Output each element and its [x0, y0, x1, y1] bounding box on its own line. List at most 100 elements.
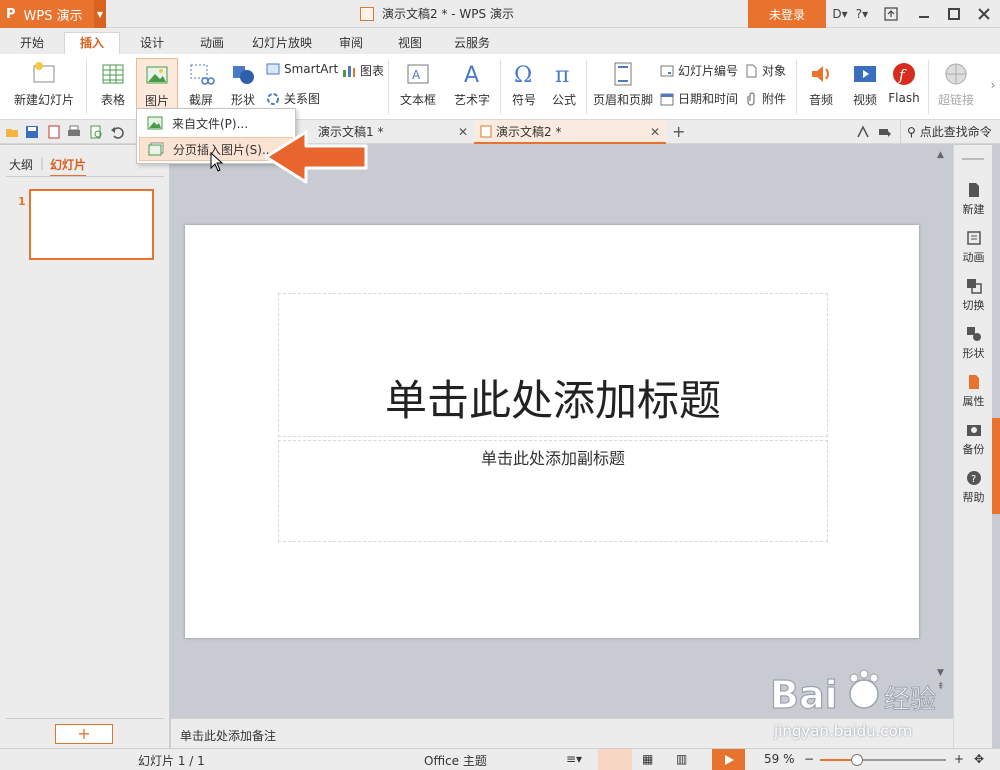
rail-animation[interactable]: 动画	[954, 230, 993, 265]
header-footer-button[interactable]: 页眉和页脚	[592, 60, 654, 108]
rail-properties[interactable]: 属性	[954, 374, 993, 409]
rail-backup[interactable]: 备份	[954, 422, 993, 457]
notes-placeholder: 单击此处添加备注	[180, 729, 277, 743]
baidu-watermark: Bai 经验 jingyan.baidu.com	[768, 664, 948, 744]
subtitle-placeholder[interactable]: 单击此处添加副标题	[278, 440, 828, 542]
new-slide-label: 新建幻灯片	[13, 93, 74, 107]
play-slideshow-button[interactable]	[712, 749, 745, 770]
tab-insert[interactable]: 插入	[64, 32, 120, 55]
symbol-button[interactable]: Ω 符号	[504, 60, 544, 108]
zoom-slider-knob[interactable]	[851, 754, 863, 766]
doc-tab-2[interactable]: 演示文稿2 * ✕	[474, 120, 666, 144]
slide[interactable]: 单击此处添加标题 单击此处添加副标题	[185, 225, 919, 638]
relation-button[interactable]: 关系图	[266, 90, 320, 107]
video-label: 视频	[852, 93, 877, 107]
pane-expand-handle[interactable]	[992, 418, 1000, 514]
close-icon[interactable]	[970, 0, 998, 28]
chevron-down-icon[interactable]: ▼	[94, 0, 106, 28]
tab-view[interactable]: 视图	[386, 33, 434, 54]
close-icon[interactable]: ✕	[650, 120, 660, 144]
symbol-label: 符号	[511, 93, 536, 107]
rail-new[interactable]: 新建	[954, 182, 993, 217]
ribbon-divider	[586, 60, 587, 114]
tab-outline[interactable]: 大纲	[9, 156, 33, 173]
fit-window-icon[interactable]: ✥	[974, 752, 984, 766]
tab-slideshow[interactable]: 幻灯片放映	[246, 33, 318, 54]
minimize-icon[interactable]	[910, 0, 938, 28]
normal-view-icon[interactable]	[598, 749, 632, 770]
wordart-button[interactable]: A 艺术字	[448, 60, 496, 108]
picture-button[interactable]: 图片	[136, 58, 178, 114]
chart-button[interactable]: 图表	[342, 62, 384, 79]
help-icon[interactable]: ?▾	[852, 0, 872, 28]
zoom-out-icon[interactable]: −	[804, 752, 814, 766]
print-icon[interactable]	[67, 125, 81, 139]
object-button[interactable]: 对象	[744, 62, 786, 79]
maximize-icon[interactable]	[940, 0, 968, 28]
screenshot-button[interactable]: 截屏	[180, 60, 222, 108]
hyperlink-label: 超链接	[937, 93, 974, 107]
skin-icon[interactable]: D▾	[830, 0, 850, 28]
tab-design[interactable]: 设计	[128, 33, 176, 54]
pi-icon: π	[555, 63, 569, 88]
title-bar: P WPS 演示 ▼ 演示文稿2 * - WPS 演示 未登录 D▾ ?▾	[0, 0, 1000, 28]
title-placeholder[interactable]: 单击此处添加标题	[278, 293, 828, 437]
collaborate-icon[interactable]	[856, 125, 870, 139]
restore-ribbon-icon[interactable]	[880, 0, 902, 28]
new-tab-icon[interactable]: +	[672, 122, 685, 141]
sorter-view-icon[interactable]: ▦	[642, 752, 653, 766]
relation-label: 关系图	[284, 92, 321, 106]
slide-thumbnail[interactable]	[29, 189, 154, 260]
attachment-button[interactable]: 附件	[744, 90, 786, 107]
animation-icon	[966, 231, 981, 245]
rail-transition[interactable]: 切换	[954, 278, 993, 313]
login-button[interactable]: 未登录	[748, 0, 826, 28]
tab-animation[interactable]: 动画	[188, 33, 236, 54]
menu-item-from-file-label: 来自文件(P)...	[172, 116, 249, 131]
ribbon-divider	[388, 60, 389, 114]
audio-button[interactable]: 音频	[800, 60, 842, 108]
tab-slides[interactable]: 幻灯片	[50, 156, 87, 177]
app-menu-button[interactable]: P WPS 演示 ▼	[0, 0, 106, 28]
table-button[interactable]: 表格	[92, 60, 134, 108]
tab-home[interactable]: 开始	[10, 33, 54, 54]
ribbon-divider	[928, 60, 929, 114]
scroll-up-icon[interactable]: ▲	[937, 150, 944, 160]
zoom-slider[interactable]	[820, 754, 946, 766]
datetime-button[interactable]: 日期和时间	[660, 90, 738, 107]
paperclip-icon	[747, 91, 755, 106]
close-icon[interactable]: ✕	[458, 120, 468, 144]
open-folder-icon[interactable]	[5, 125, 19, 139]
new-file-icon	[968, 183, 979, 197]
formula-button[interactable]: π 公式	[546, 60, 582, 108]
slide-number-button[interactable]: 幻灯片编号	[660, 62, 738, 79]
datetime-label: 日期和时间	[678, 92, 739, 106]
ribbon-scroll-right[interactable]: ›	[986, 78, 1000, 92]
smartart-button[interactable]: SmartArt	[266, 62, 338, 76]
export-pdf-icon[interactable]	[47, 125, 61, 139]
shape-button[interactable]: 形状	[222, 60, 264, 108]
undo-icon[interactable]	[110, 125, 124, 139]
tab-review[interactable]: 审阅	[328, 33, 374, 54]
share-icon[interactable]	[878, 125, 892, 139]
textbox-button[interactable]: A 文本框	[394, 60, 442, 108]
save-icon[interactable]	[25, 125, 39, 139]
flash-button[interactable]: f Flash	[886, 60, 922, 105]
slide-number-label: 幻灯片编号	[678, 64, 739, 78]
hyperlink-button[interactable]: 超链接	[934, 60, 978, 108]
new-slide-button[interactable]: 新建幻灯片	[6, 60, 82, 108]
backup-icon	[966, 425, 981, 436]
rail-shape-label: 形状	[962, 347, 985, 360]
zoom-in-icon[interactable]: +	[954, 752, 964, 766]
notes-toggle-icon[interactable]: ≡▾	[566, 752, 582, 766]
reading-view-icon[interactable]: ▥	[676, 752, 687, 766]
rail-help[interactable]: ? 帮助	[954, 470, 993, 505]
print-preview-icon[interactable]	[89, 125, 103, 139]
vertical-scrollbar[interactable]: ▲ ▼ ⇞	[933, 150, 951, 700]
add-slide-button[interactable]: +	[55, 724, 113, 744]
tab-cloud[interactable]: 云服务	[444, 33, 500, 54]
rail-shape[interactable]: 形状	[954, 326, 993, 361]
video-button[interactable]: 视频	[842, 60, 888, 108]
transition-icon	[966, 279, 982, 294]
command-search[interactable]: ⚲ 点此查找命令	[900, 120, 992, 144]
